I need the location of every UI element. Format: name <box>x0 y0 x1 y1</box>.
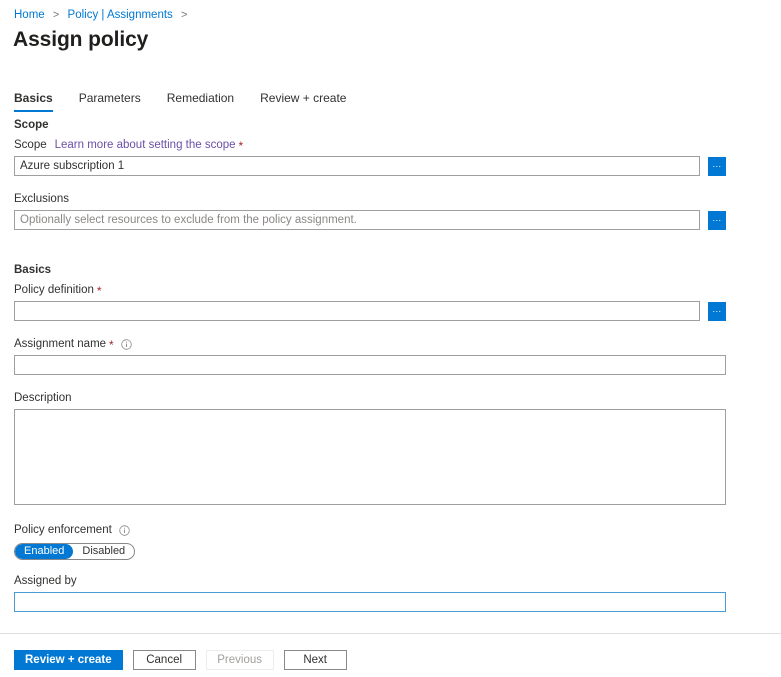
tab-parameters[interactable]: Parameters <box>79 90 141 112</box>
policy-definition-input[interactable] <box>14 301 700 321</box>
policy-definition-field: Policy definition * ... <box>14 283 781 321</box>
ellipsis-icon: ... <box>712 161 721 167</box>
policy-definition-required-marker: * <box>97 286 102 296</box>
next-button[interactable]: Next <box>284 650 347 670</box>
exclusions-field: Exclusions ... <box>14 192 781 230</box>
page-title: Assign policy <box>13 26 148 54</box>
breadcrumb: Home > Policy | Assignments > <box>14 8 192 22</box>
policy-enforcement-label: Policy enforcement <box>14 523 112 538</box>
policy-enforcement-field: Policy enforcement Enabled Disabled <box>14 523 781 560</box>
ellipsis-icon: ... <box>712 215 721 221</box>
policy-definition-label: Policy definition <box>14 283 94 298</box>
policy-definition-input-row: ... <box>14 301 781 321</box>
scope-required-marker: * <box>239 141 244 151</box>
assigned-by-label-row: Assigned by <box>14 574 781 589</box>
scope-label: Scope <box>14 138 47 153</box>
assignment-name-label: Assignment name <box>14 337 106 352</box>
assigned-by-input[interactable] <box>14 592 726 612</box>
previous-button: Previous <box>206 650 274 670</box>
assigned-by-label: Assigned by <box>14 574 77 589</box>
scope-label-row: Scope Learn more about setting the scope… <box>14 138 781 153</box>
scope-field: Scope Learn more about setting the scope… <box>14 138 781 176</box>
description-label-row: Description <box>14 391 781 406</box>
tab-review-create[interactable]: Review + create <box>260 90 346 112</box>
breadcrumb-item-home[interactable]: Home <box>14 9 45 21</box>
info-icon[interactable] <box>119 525 130 536</box>
policy-enforcement-label-row: Policy enforcement <box>14 523 781 538</box>
basics-section-heading: Basics <box>14 263 781 278</box>
exclusions-input-row: ... <box>14 210 781 230</box>
policy-definition-picker-button[interactable]: ... <box>708 302 726 321</box>
exclusions-input[interactable] <box>14 210 700 230</box>
description-field: Description <box>14 391 781 510</box>
policy-definition-label-row: Policy definition * <box>14 283 781 298</box>
scope-picker-button[interactable]: ... <box>708 157 726 176</box>
footer-divider <box>0 633 781 634</box>
tab-basics[interactable]: Basics <box>14 90 53 112</box>
ellipsis-icon: ... <box>712 306 721 312</box>
description-label: Description <box>14 391 72 406</box>
cancel-button[interactable]: Cancel <box>133 650 196 670</box>
review-create-button[interactable]: Review + create <box>14 650 123 670</box>
breadcrumb-separator: > <box>53 9 59 21</box>
policy-enforcement-option-enabled[interactable]: Enabled <box>15 544 73 559</box>
assign-policy-form: Scope Scope Learn more about setting the… <box>0 118 781 612</box>
assign-policy-page: Home > Policy | Assignments > Assign pol… <box>0 0 781 677</box>
exclusions-label: Exclusions <box>14 192 69 207</box>
policy-enforcement-option-disabled[interactable]: Disabled <box>73 544 134 559</box>
assignment-name-label-row: Assignment name * <box>14 337 781 352</box>
scope-input-row: ... <box>14 156 781 176</box>
description-textarea[interactable] <box>14 409 726 505</box>
info-icon[interactable] <box>121 339 132 350</box>
exclusions-picker-button[interactable]: ... <box>708 211 726 230</box>
assignment-name-field: Assignment name * <box>14 337 781 375</box>
scope-help-link[interactable]: Learn more about setting the scope <box>55 138 236 153</box>
assignment-name-required-marker: * <box>109 340 114 350</box>
breadcrumb-item-policy-assignments[interactable]: Policy | Assignments <box>68 9 173 21</box>
footer-actions: Review + create Cancel Previous Next <box>14 650 357 670</box>
assignment-name-input[interactable] <box>14 355 726 375</box>
tab-bar: Basics Parameters Remediation Review + c… <box>14 88 372 112</box>
tab-remediation[interactable]: Remediation <box>167 90 234 112</box>
scope-input[interactable] <box>14 156 700 176</box>
exclusions-label-row: Exclusions <box>14 192 781 207</box>
scope-section-heading: Scope <box>14 118 781 133</box>
breadcrumb-separator-trailing: > <box>181 9 187 21</box>
assigned-by-input-row <box>14 592 781 612</box>
policy-enforcement-toggle[interactable]: Enabled Disabled <box>14 543 135 560</box>
assignment-name-input-row <box>14 355 781 375</box>
assigned-by-field: Assigned by <box>14 574 781 612</box>
